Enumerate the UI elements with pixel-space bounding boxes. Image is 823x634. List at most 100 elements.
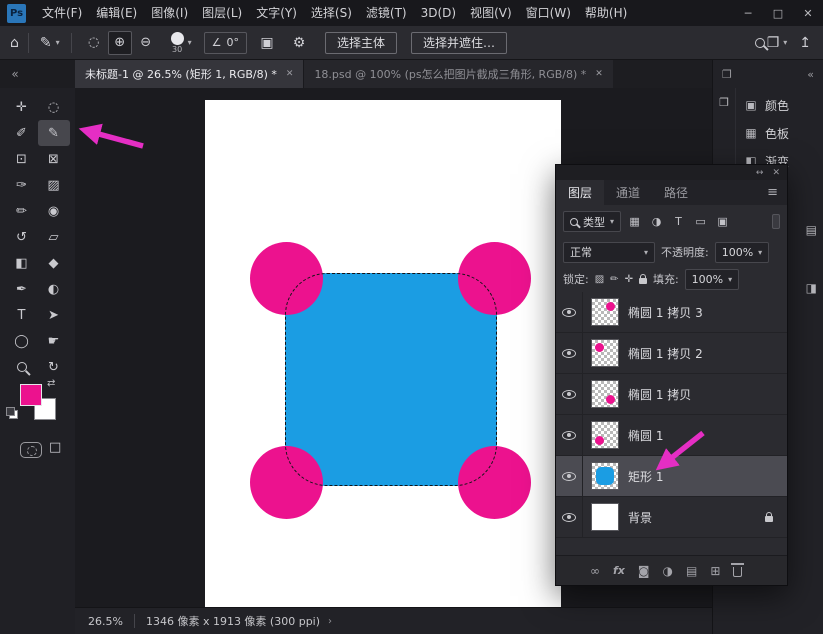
layer-thumbnail[interactable] (591, 462, 619, 490)
history-brush-tool[interactable]: ↺ (6, 224, 38, 250)
layer-thumbnail[interactable] (591, 339, 619, 367)
tab-untitled-1[interactable]: 未标题-1 @ 26.5% (矩形 1, RGB/8) * ✕ (75, 60, 303, 88)
close-tab-icon[interactable]: ✕ (595, 69, 603, 79)
add-to-selection-button[interactable]: ⊕ (108, 31, 132, 55)
maximize-button[interactable]: □ (763, 0, 793, 26)
visibility-toggle[interactable] (556, 292, 583, 332)
eraser-tool[interactable]: ▱ (38, 224, 70, 250)
menu-layer[interactable]: 图层(L) (195, 0, 249, 26)
visibility-toggle[interactable] (556, 333, 583, 373)
spot-healing-tool[interactable]: ▨ (38, 172, 70, 198)
dock-panel-icon[interactable]: ▤ (806, 223, 817, 237)
crop-tool[interactable]: ⊡ (6, 146, 38, 172)
layer-row-background[interactable]: 背景 (556, 497, 787, 538)
layer-thumbnail[interactable] (591, 421, 619, 449)
zoom-level-field[interactable]: 26.5% (88, 615, 123, 628)
tab-channels[interactable]: 通道 (604, 180, 652, 205)
menu-help[interactable]: 帮助(H) (578, 0, 634, 26)
dock-panel-icon[interactable]: ◨ (806, 281, 817, 295)
home-icon[interactable]: ⌂ (10, 35, 19, 51)
foreground-color-swatch[interactable] (20, 384, 42, 406)
layer-thumbnail[interactable] (591, 380, 619, 408)
visibility-toggle[interactable] (556, 415, 583, 455)
filter-smart-objects-icon[interactable]: ▣ (714, 213, 731, 231)
move-tool[interactable]: ✛ (6, 94, 38, 120)
filter-adjustment-layers-icon[interactable]: ◑ (648, 213, 665, 231)
visibility-toggle[interactable] (556, 456, 583, 496)
sample-all-layers-icon[interactable]: ▣ (255, 35, 279, 51)
screen-mode-button[interactable]: □ (49, 440, 61, 455)
close-button[interactable]: ✕ (793, 0, 823, 26)
tool-preset-picker[interactable]: ✎ ▾ (40, 35, 60, 51)
panel-item-swatches[interactable]: ▦ 色板 (736, 119, 823, 147)
enhance-gear-icon[interactable]: ⚙ (287, 35, 311, 51)
collapse-panels-icon[interactable]: « (807, 68, 814, 81)
blur-tool[interactable]: ◆ (38, 250, 70, 276)
path-selection-tool[interactable]: ➤ (38, 302, 70, 328)
lock-all-icon[interactable] (639, 278, 647, 284)
frame-tool[interactable]: ⊠ (38, 146, 70, 172)
filter-type-layers-icon[interactable]: T (670, 213, 687, 231)
share-icon[interactable]: ↥ (799, 35, 811, 51)
dock-grabber-icon[interactable]: ❐ (722, 68, 732, 81)
zoom-tool[interactable] (6, 354, 38, 380)
ellipse-shape-tool[interactable]: ◯ (6, 328, 38, 354)
swap-colors-icon[interactable]: ⇄ (47, 378, 55, 389)
new-selection-button[interactable]: ◌ (82, 31, 106, 55)
layer-row-ellipse-1[interactable]: 椭圆 1 (556, 415, 787, 456)
type-tool[interactable]: T (6, 302, 38, 328)
menu-edit[interactable]: 编辑(E) (89, 0, 144, 26)
menu-3d[interactable]: 3D(D) (414, 0, 463, 26)
select-and-mask-button[interactable]: 选择并遮住… (411, 32, 507, 54)
eyedropper-tool[interactable]: ✑ (6, 172, 38, 198)
menu-image[interactable]: 图像(I) (144, 0, 195, 26)
opacity-select[interactable]: 100% ▾ (715, 242, 769, 263)
hand-tool[interactable]: ☛ (38, 328, 70, 354)
panel-collapse-icon[interactable]: ↔ (756, 168, 764, 178)
new-layer-icon[interactable]: ⊞ (710, 564, 720, 578)
lock-position-icon[interactable]: ✛ (625, 274, 633, 285)
fill-select[interactable]: 100% ▾ (685, 269, 739, 290)
layer-row-rectangle-1[interactable]: 矩形 1 (556, 456, 787, 497)
search-icon[interactable] (755, 38, 765, 48)
clone-stamp-tool[interactable]: ◉ (38, 198, 70, 224)
workspace-switcher[interactable]: ❐ ▾ (767, 35, 788, 51)
layer-thumbnail[interactable] (591, 298, 619, 326)
panel-close-icon[interactable]: ✕ (772, 168, 780, 178)
tab-layers[interactable]: 图层 (556, 180, 604, 205)
document-canvas[interactable] (205, 100, 561, 607)
menu-view[interactable]: 视图(V) (463, 0, 519, 26)
collapse-tabs-icon[interactable]: « (6, 60, 24, 88)
select-subject-button[interactable]: 选择主体 (325, 32, 397, 54)
delete-layer-icon[interactable] (733, 567, 742, 577)
elliptical-marquee-tool[interactable]: ◌ (38, 94, 70, 120)
quick-selection-tool[interactable]: ✎ (38, 120, 70, 146)
default-colors-icon[interactable] (9, 410, 18, 419)
menu-filter[interactable]: 滤镜(T) (359, 0, 414, 26)
filter-shape-layers-icon[interactable]: ▭ (692, 213, 709, 231)
subtract-from-selection-button[interactable]: ⊖ (134, 31, 158, 55)
lasso-tool[interactable]: ✐ (6, 120, 38, 146)
tab-paths[interactable]: 路径 (652, 180, 700, 205)
panel-item-color[interactable]: ▣ 颜色 (736, 91, 823, 119)
collapsed-panel-icon[interactable]: ❐ (719, 96, 729, 109)
filter-pixel-layers-icon[interactable]: ▦ (626, 213, 643, 231)
tab-18psd[interactable]: 18.psd @ 100% (ps怎么把图片截成三角形, RGB/8) * ✕ (303, 60, 612, 88)
status-options-icon[interactable]: › (328, 616, 332, 627)
layer-row-ellipse-copy-3[interactable]: 椭圆 1 拷贝 3 (556, 292, 787, 333)
layer-thumbnail[interactable] (591, 503, 619, 531)
menu-type[interactable]: 文字(Y) (249, 0, 304, 26)
layer-row-ellipse-copy-2[interactable]: 椭圆 1 拷贝 2 (556, 333, 787, 374)
lock-transparency-icon[interactable]: ▨ (595, 274, 604, 285)
panel-menu-icon[interactable]: ≡ (758, 180, 787, 205)
menu-file[interactable]: 文件(F) (35, 0, 89, 26)
minimize-button[interactable]: ─ (733, 0, 763, 26)
gradient-tool[interactable]: ◧ (6, 250, 38, 276)
blend-mode-select[interactable]: 正常 ▾ (563, 242, 655, 263)
layer-style-icon[interactable]: fx (613, 564, 625, 577)
rotate-view-tool[interactable]: ↻ (38, 354, 70, 380)
link-layers-icon[interactable]: ∞ (590, 564, 600, 578)
adjustment-layer-icon[interactable]: ◑ (663, 564, 673, 578)
brush-tool[interactable]: ✏ (6, 198, 38, 224)
lock-pixels-icon[interactable]: ✏ (610, 274, 618, 285)
